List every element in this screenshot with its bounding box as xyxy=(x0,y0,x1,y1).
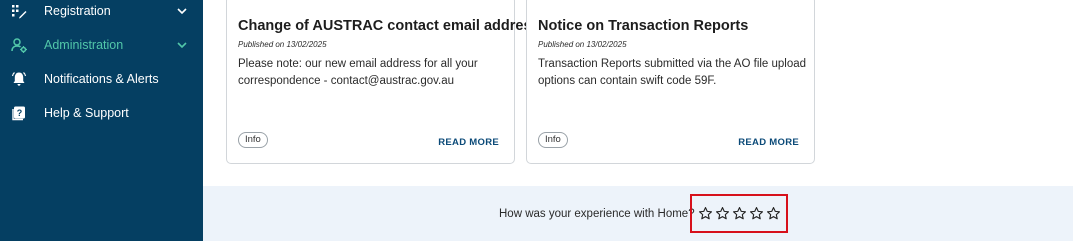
sidebar-item-label: Administration xyxy=(44,38,124,52)
main-content: Change of AUSTRAC contact email address … xyxy=(203,0,1073,241)
card-published-date: Published on 13/02/2025 xyxy=(538,40,627,49)
feedback-question: How was your experience with Home? xyxy=(499,208,695,220)
sidebar-item-label: Registration xyxy=(44,4,111,18)
sidebar-item-administration[interactable]: Administration xyxy=(0,30,203,60)
svg-text:?: ? xyxy=(17,108,23,118)
sidebar-item-label: Help & Support xyxy=(44,106,129,120)
card-title: Notice on Transaction Reports xyxy=(538,18,749,34)
read-more-link[interactable]: READ MORE xyxy=(738,137,799,148)
card-title: Change of AUSTRAC contact email address xyxy=(238,18,540,34)
star-icon[interactable] xyxy=(715,206,730,221)
chevron-down-icon[interactable] xyxy=(176,5,188,17)
card-body: Please note: our new email address for a… xyxy=(238,58,478,87)
feedback-bar: How was your experience with Home? xyxy=(203,186,1073,241)
read-more-link[interactable]: READ MORE xyxy=(438,137,499,148)
bell-icon xyxy=(11,71,27,87)
star-icon[interactable] xyxy=(698,206,713,221)
sidebar-item-help[interactable]: ? Help & Support xyxy=(0,98,203,128)
administration-icon xyxy=(11,37,27,53)
chevron-down-icon[interactable] xyxy=(176,39,188,51)
card-published-date: Published on 13/02/2025 xyxy=(238,40,327,49)
news-card: Notice on Transaction Reports Published … xyxy=(526,0,815,164)
sidebar-item-notifications[interactable]: Notifications & Alerts xyxy=(0,64,203,94)
sidebar-item-registration[interactable]: Registration xyxy=(0,0,203,26)
sidebar: Registration Administration Notification… xyxy=(0,0,203,241)
app-root: Registration Administration Notification… xyxy=(0,0,1073,241)
help-icon: ? xyxy=(11,105,27,121)
star-icon[interactable] xyxy=(749,206,764,221)
star-rating[interactable] xyxy=(690,194,788,233)
star-icon[interactable] xyxy=(732,206,747,221)
card-tag: Info xyxy=(538,132,568,148)
sidebar-item-label: Notifications & Alerts xyxy=(44,72,159,86)
news-card: Change of AUSTRAC contact email address … xyxy=(226,0,540,164)
card-tag: Info xyxy=(238,132,268,148)
registration-icon xyxy=(11,3,27,19)
star-icon[interactable] xyxy=(766,206,781,221)
card-body: Transaction Reports submitted via the AO… xyxy=(538,58,807,87)
